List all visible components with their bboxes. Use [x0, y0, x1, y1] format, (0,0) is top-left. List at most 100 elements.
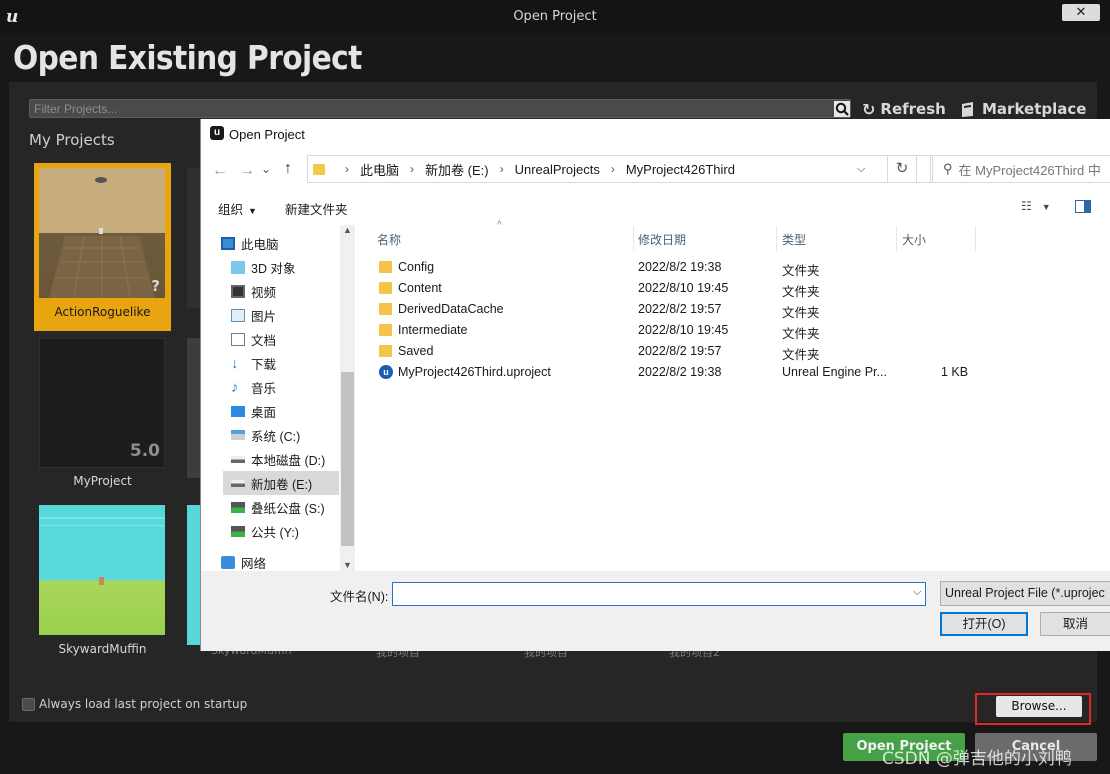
column-divider[interactable] — [896, 226, 897, 251]
filename-label: 文件名(N): — [330, 590, 389, 604]
file-row[interactable]: Intermediate 2022/8/10 19:45 文件夹 — [379, 320, 989, 341]
open-button[interactable]: 打开(O) — [940, 612, 1028, 636]
address-bar[interactable]: › 此电脑 › 新加卷 (E:) › UnrealProjects › MyPr… — [307, 155, 933, 183]
nav-item-drive-d[interactable]: 本地磁盘 (D:) — [231, 447, 349, 471]
pictures-icon — [231, 308, 245, 322]
refresh-button[interactable]: ↻ Refresh — [862, 99, 946, 119]
search-placeholder: 在 MyProject426Third 中 — [958, 162, 1101, 178]
music-icon: ♪ — [231, 378, 239, 396]
nav-item-drive-e[interactable]: 新加卷 (E:) — [223, 471, 339, 495]
column-header-date[interactable]: 修改日期 — [638, 231, 686, 248]
chevron-down-icon[interactable]: ⌵ — [857, 163, 865, 176]
nav-item-downloads[interactable]: ↓ 下载 — [231, 351, 349, 375]
nav-item-label: 音乐 — [251, 381, 277, 396]
project-tile-actionroguelike[interactable]: ? ActionRoguelike — [34, 163, 171, 331]
chevron-down-icon: ▼ — [248, 206, 257, 216]
file-row[interactable]: DerivedDataCache 2022/8/2 19:57 文件夹 — [379, 299, 989, 320]
column-divider[interactable] — [776, 226, 777, 251]
preview-pane-icon[interactable] — [1075, 200, 1091, 213]
network-drive-icon — [231, 501, 245, 513]
column-header-type[interactable]: 类型 — [782, 231, 806, 248]
launcher-titlebar: u Open Project ✕ — [0, 0, 1110, 34]
column-header-name[interactable]: 名称 — [377, 231, 401, 248]
refresh-button[interactable]: ↻ — [887, 155, 917, 183]
folder-icon — [379, 261, 392, 273]
nav-item-label: 文档 — [251, 333, 277, 348]
project-tile-partial[interactable] — [187, 168, 200, 308]
nav-item-label: 叠纸公盘 (S:) — [251, 501, 325, 516]
breadcrumb-item[interactable]: 此电脑 — [360, 160, 399, 179]
filename-field[interactable] — [392, 582, 926, 606]
checkbox-box[interactable] — [22, 697, 35, 711]
file-date: 2022/8/10 19:45 — [638, 281, 729, 295]
project-tile-partial[interactable] — [187, 505, 200, 645]
refresh-icon: ↻ — [862, 99, 876, 119]
file-name: DerivedDataCache — [398, 302, 504, 316]
nav-item-drive-y[interactable]: 公共 (Y:) — [231, 519, 349, 543]
back-arrow-icon[interactable]: ← — [212, 162, 228, 180]
breadcrumb-item[interactable]: 新加卷 (E:) — [425, 160, 489, 179]
nav-item-pictures[interactable]: 图片 — [231, 303, 349, 327]
up-arrow-icon[interactable]: ↑ — [284, 160, 292, 178]
breadcrumb-separator: › — [410, 162, 415, 176]
file-row[interactable]: Config 2022/8/2 19:38 文件夹 — [379, 257, 989, 278]
marketplace-button[interactable]: Marketplace — [960, 99, 1086, 119]
project-tile-myproject[interactable]: 5.0 MyProject — [34, 333, 171, 501]
marketplace-icon — [962, 101, 973, 117]
network-drive-icon — [231, 525, 245, 537]
column-header-size[interactable]: 大小 — [902, 231, 926, 248]
nav-item-3d-objects[interactable]: 3D 对象 — [231, 255, 349, 279]
dialog-cancel-button[interactable]: 取消 — [1040, 612, 1110, 636]
file-type: 文件夹 — [782, 306, 820, 320]
forward-arrow-icon[interactable]: → — [239, 162, 255, 180]
always-load-checkbox[interactable]: Always load last project on startup — [22, 697, 247, 711]
close-button[interactable]: ✕ — [1062, 4, 1100, 21]
column-divider[interactable] — [633, 226, 634, 251]
file-row[interactable]: u MyProject426Third.uproject 2022/8/2 19… — [379, 362, 989, 383]
unreal-logo-icon: u — [210, 126, 224, 140]
filter-projects-field[interactable] — [29, 99, 851, 118]
nav-item-drive-s[interactable]: 叠纸公盘 (S:) — [231, 495, 349, 519]
nav-item-documents[interactable]: 文档 — [231, 327, 349, 351]
view-options-button[interactable]: ☷ ▼ — [1021, 199, 1051, 213]
project-tile-partial[interactable] — [187, 338, 200, 478]
nav-item-music[interactable]: ♪ 音乐 — [231, 375, 349, 399]
nav-scrollbar-thumb[interactable] — [341, 372, 354, 546]
breadcrumb-item[interactable]: MyProject426Third — [626, 162, 735, 177]
file-name: Intermediate — [398, 323, 468, 337]
breadcrumb-separator: › — [499, 162, 504, 176]
filter-projects-input[interactable] — [34, 100, 824, 117]
file-type: 文件夹 — [782, 348, 820, 362]
desktop-icon — [231, 405, 245, 417]
nav-item-desktop[interactable]: 桌面 — [231, 399, 349, 423]
filename-input[interactable] — [393, 583, 893, 605]
file-row[interactable]: Content 2022/8/10 19:45 文件夹 — [379, 278, 989, 299]
file-date: 2022/8/2 19:38 — [638, 365, 722, 379]
nav-item-label: 此电脑 — [241, 237, 279, 252]
documents-icon — [231, 332, 245, 346]
search-folder-input[interactable]: ⚲ 在 MyProject426Third 中 — [930, 155, 1110, 183]
column-divider[interactable] — [975, 226, 976, 251]
file-row[interactable]: Saved 2022/8/2 19:57 文件夹 — [379, 341, 989, 362]
project-name: MyProject — [73, 474, 132, 488]
recent-dropdown-icon[interactable]: ⌄ — [261, 162, 271, 176]
organize-label: 组织 — [218, 203, 244, 217]
marketplace-label: Marketplace — [982, 100, 1087, 118]
nav-item-label: 新加卷 (E:) — [251, 477, 313, 492]
filetype-select[interactable]: Unreal Project File (*.uprojec — [940, 581, 1110, 606]
browse-button[interactable]: Browse... — [996, 696, 1082, 717]
search-icon[interactable] — [834, 101, 850, 117]
network-icon — [221, 555, 235, 569]
new-folder-button[interactable]: 新建文件夹 — [285, 199, 348, 218]
window-title: Open Project — [513, 9, 597, 24]
open-file-dialog: u Open Project ← → ⌄ ↑ › 此电脑 › 新加卷 (E:) … — [200, 119, 1110, 651]
nav-item-drive-c[interactable]: 系统 (C:) — [231, 423, 349, 447]
project-tile-skywardmuffin[interactable]: SkywardMuffin — [34, 500, 171, 668]
uproject-file-icon: u — [379, 365, 393, 379]
project-badge: ? — [151, 277, 160, 295]
chevron-down-icon[interactable]: ⌵ — [913, 586, 921, 599]
breadcrumb-item[interactable]: UnrealProjects — [515, 162, 600, 177]
organize-menu[interactable]: 组织 ▼ — [218, 199, 257, 218]
nav-item-pc[interactable]: 此电脑 — [221, 231, 339, 255]
nav-item-video[interactable]: 视频 — [231, 279, 349, 303]
